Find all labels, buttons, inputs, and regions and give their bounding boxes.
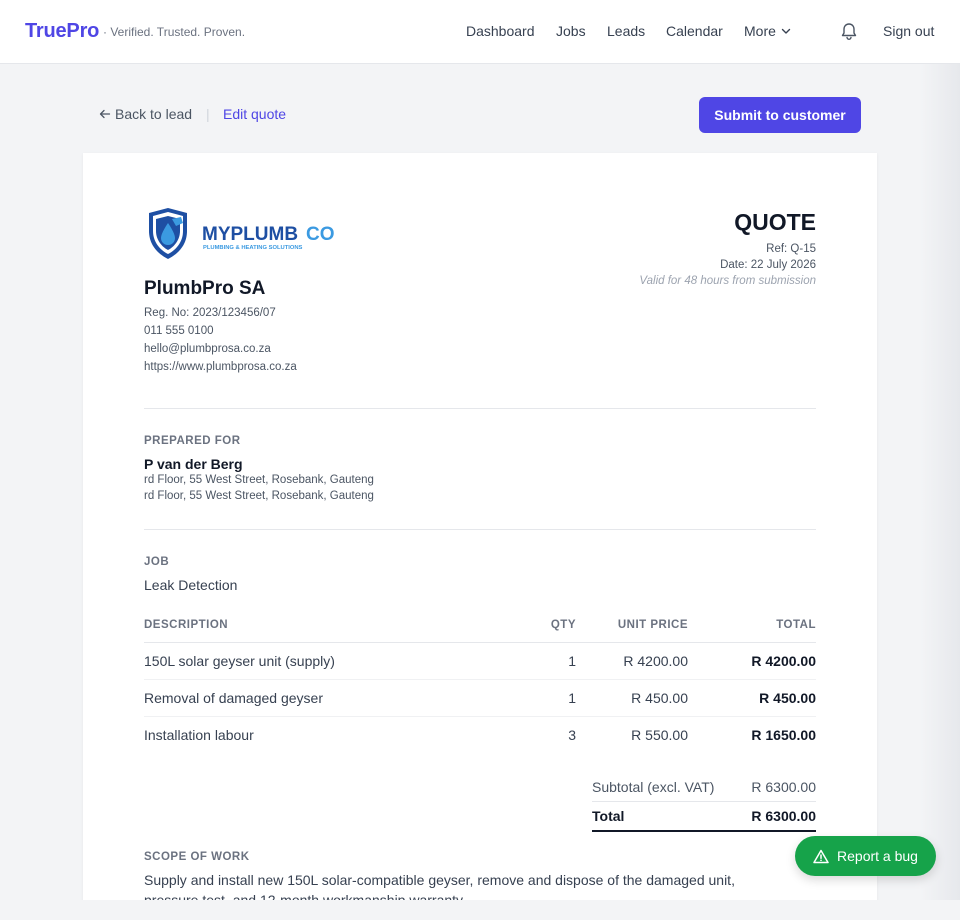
company-phone: 011 555 0100 — [144, 325, 214, 337]
divider — [592, 801, 816, 802]
report-bug-label: Report a bug — [837, 848, 918, 864]
scroll-shadow — [920, 64, 960, 900]
sign-out-link[interactable]: Sign out — [883, 23, 934, 39]
subtotal-value: R 6300.00 — [751, 779, 816, 795]
col-total: TOTAL — [776, 619, 816, 631]
col-qty: QTY — [550, 619, 576, 631]
item-qty: 1 — [568, 690, 576, 706]
company-logo: MYPLUMB CO PLUMBING & HEATING SOLUTIONS — [149, 208, 335, 259]
item-total: R 4200.00 — [751, 653, 816, 669]
quote-ref: Ref: Q-15 — [766, 243, 816, 255]
item-description: Removal of damaged geyser — [144, 690, 323, 706]
divider — [592, 830, 816, 832]
col-unit-price: UNIT PRICE — [617, 619, 688, 631]
item-total: R 450.00 — [759, 690, 816, 706]
report-bug-button[interactable]: Report a bug — [795, 836, 936, 876]
divider — [144, 642, 816, 643]
item-unit-price: R 4200.00 — [623, 653, 688, 669]
item-qty: 3 — [568, 727, 576, 743]
edit-quote-link[interactable]: Edit quote — [223, 106, 286, 122]
page-footer-strip — [0, 900, 960, 920]
arrow-left-icon — [99, 109, 111, 119]
col-description: DESCRIPTION — [144, 619, 229, 631]
top-navbar: TruePro · Verified. Trusted. Proven. Das… — [0, 0, 960, 64]
company-reg: Reg. No: 2023/123456/07 — [144, 307, 276, 319]
company-name: PlumbPro SA — [144, 278, 266, 299]
nav-calendar[interactable]: Calendar — [666, 23, 723, 39]
bell-icon[interactable] — [840, 22, 858, 42]
item-description: 150L solar geyser unit (supply) — [144, 653, 335, 669]
nav-dashboard[interactable]: Dashboard — [466, 23, 535, 39]
quote-title: QUOTE — [734, 209, 816, 235]
quote-validity: Valid for 48 hours from submission — [639, 275, 816, 287]
total-value: R 6300.00 — [751, 808, 816, 824]
submit-to-customer-button[interactable]: Submit to customer — [699, 97, 861, 133]
brand-logo[interactable]: TruePro — [25, 20, 99, 43]
back-to-lead-link[interactable]: Back to lead — [99, 106, 192, 122]
nav-more-label: More — [744, 23, 776, 39]
client-address: rd Floor, 55 West Street, Rosebank, Gaut… — [144, 490, 374, 502]
item-unit-price: R 450.00 — [631, 690, 688, 706]
logo-wordmark-a: MYPLUMB — [202, 224, 298, 245]
quote-document: MYPLUMB CO PLUMBING & HEATING SOLUTIONS … — [83, 153, 877, 913]
item-unit-price: R 550.00 — [631, 727, 688, 743]
warning-icon — [813, 849, 829, 863]
logo-subtitle: PLUMBING & HEATING SOLUTIONS — [203, 245, 303, 251]
total-label: Total — [592, 808, 625, 824]
job-label: JOB — [144, 556, 170, 568]
nav-jobs[interactable]: Jobs — [556, 23, 586, 39]
nav-more-dropdown[interactable]: More — [744, 23, 792, 39]
quote-date: Date: 22 July 2026 — [720, 259, 816, 271]
prepared-for-label: PREPARED FOR — [144, 435, 241, 447]
divider — [144, 679, 816, 680]
client-address: rd Floor, 55 West Street, Rosebank, Gaut… — [144, 474, 374, 486]
company-email: hello@plumbprosa.co.za — [144, 343, 271, 355]
brand-tagline: · Verified. Trusted. Proven. — [103, 25, 246, 39]
item-qty: 1 — [568, 653, 576, 669]
divider — [144, 408, 816, 409]
subtotal-label: Subtotal (excl. VAT) — [592, 779, 715, 795]
back-to-lead-label: Back to lead — [115, 106, 193, 122]
chevron-down-icon — [781, 28, 791, 34]
divider — [144, 716, 816, 717]
scope-label: SCOPE OF WORK — [144, 851, 250, 863]
item-total: R 1650.00 — [751, 727, 816, 743]
job-name: Leak Detection — [144, 577, 238, 593]
action-separator: | — [206, 106, 210, 122]
client-name: P van der Berg — [144, 456, 243, 472]
divider — [144, 529, 816, 530]
item-description: Installation labour — [144, 727, 254, 743]
logo-wordmark-b: CO — [306, 224, 335, 245]
company-website: https://www.plumbprosa.co.za — [144, 361, 297, 373]
nav-leads[interactable]: Leads — [607, 23, 645, 39]
